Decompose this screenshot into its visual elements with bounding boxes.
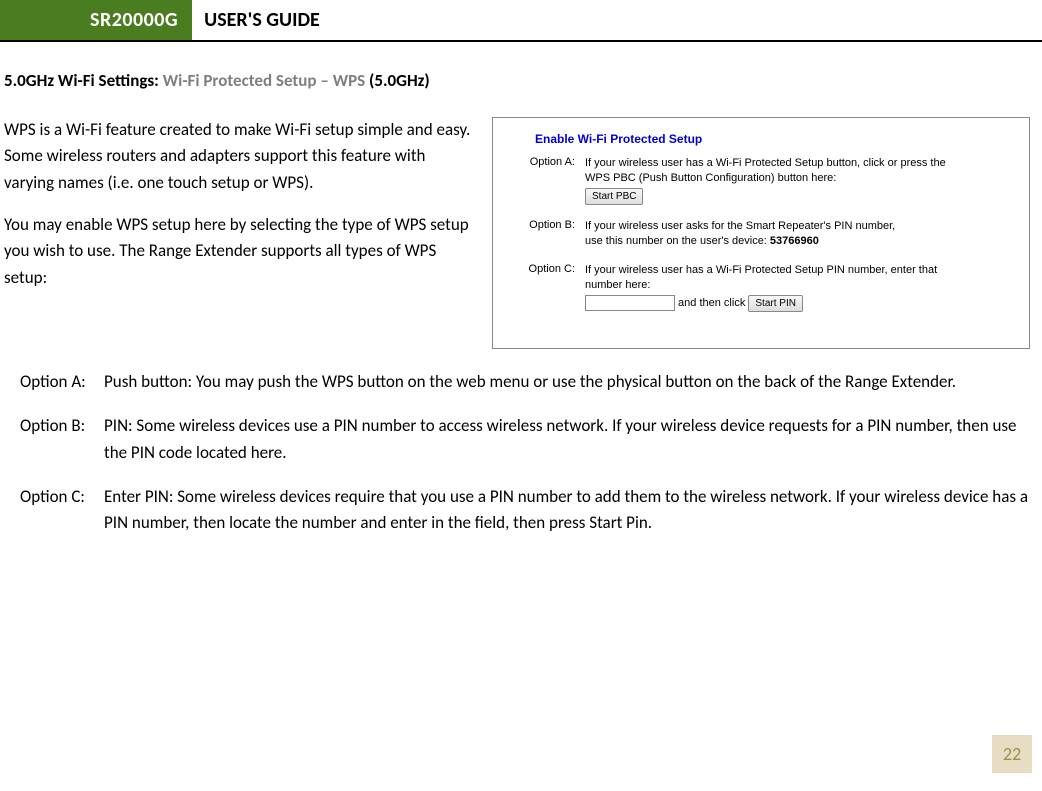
option-a-row: Option A: Push button: You may push the … xyxy=(20,369,1030,395)
wps-option-b-line1: If your wireless user asks for the Smart… xyxy=(585,220,895,232)
page-content: 5.0GHz Wi-Fi Settings: Wi-Fi Protected S… xyxy=(0,70,1042,537)
options-list: Option A: Push button: You may push the … xyxy=(4,369,1030,537)
wps-option-b: Option B: If your wireless user asks for… xyxy=(511,219,1011,249)
start-pbc-button[interactable]: Start PBC xyxy=(585,188,643,206)
pin-input-field[interactable] xyxy=(585,295,675,311)
product-badge: SR20000G xyxy=(0,0,192,40)
wps-option-b-body: If your wireless user asks for the Smart… xyxy=(585,219,1011,249)
option-b-label: Option B: xyxy=(20,413,104,466)
page-header: SR20000G USER'S GUIDE xyxy=(0,0,1042,42)
wps-option-c-label: Option C: xyxy=(511,263,575,312)
section-gray: Wi-Fi Protected Setup – WPS xyxy=(163,70,369,91)
wps-option-a-line2: WPS PBC (Push Button Configuration) butt… xyxy=(585,172,836,184)
paragraph-1: WPS is a Wi-Fi feature created to make W… xyxy=(4,117,474,196)
page-number: 22 xyxy=(992,735,1032,773)
wps-option-c-line1: If your wireless user has a Wi-Fi Protec… xyxy=(585,264,937,276)
wps-option-c: Option C: If your wireless user has a Wi… xyxy=(511,263,1011,312)
option-c-row: Option C: Enter PIN: Some wireless devic… xyxy=(20,484,1030,537)
wps-option-a-body: If your wireless user has a Wi-Fi Protec… xyxy=(585,156,1011,205)
paragraph-2: You may enable WPS setup here by selecti… xyxy=(4,212,474,291)
wps-option-a-label: Option A: xyxy=(511,156,575,205)
section-suffix: (5.0GHz) xyxy=(369,70,430,91)
body-layout: WPS is a Wi-Fi feature created to make W… xyxy=(4,117,1030,349)
wps-option-c-midtext: and then click xyxy=(675,297,748,309)
intro-text: WPS is a Wi-Fi feature created to make W… xyxy=(4,117,474,349)
wps-option-a: Option A: If your wireless user has a Wi… xyxy=(511,156,1011,205)
wps-panel-title: Enable Wi-Fi Protected Setup xyxy=(535,132,1011,146)
option-a-label: Option A: xyxy=(20,369,104,395)
wps-option-c-line2: number here: xyxy=(585,279,650,291)
option-b-text: PIN: Some wireless devices use a PIN num… xyxy=(104,413,1030,466)
guide-title: USER'S GUIDE xyxy=(192,0,320,40)
section-prefix: 5.0GHz Wi-Fi Settings: xyxy=(4,70,163,91)
wps-pin-number: 53766960 xyxy=(770,235,819,247)
wps-option-b-line2-prefix: use this number on the user's device: xyxy=(585,235,770,247)
option-b-row: Option B: PIN: Some wireless devices use… xyxy=(20,413,1030,466)
section-heading: 5.0GHz Wi-Fi Settings: Wi-Fi Protected S… xyxy=(4,70,1030,91)
option-c-text: Enter PIN: Some wireless devices require… xyxy=(104,484,1030,537)
start-pin-button[interactable]: Start PIN xyxy=(748,295,803,313)
option-a-text: Push button: You may push the WPS button… xyxy=(104,369,1030,395)
wps-config-screenshot: Enable Wi-Fi Protected Setup Option A: I… xyxy=(492,117,1030,349)
wps-option-c-body: If your wireless user has a Wi-Fi Protec… xyxy=(585,263,1011,312)
wps-option-b-label: Option B: xyxy=(511,219,575,249)
wps-option-a-line1: If your wireless user has a Wi-Fi Protec… xyxy=(585,157,946,169)
option-c-label: Option C: xyxy=(20,484,104,537)
